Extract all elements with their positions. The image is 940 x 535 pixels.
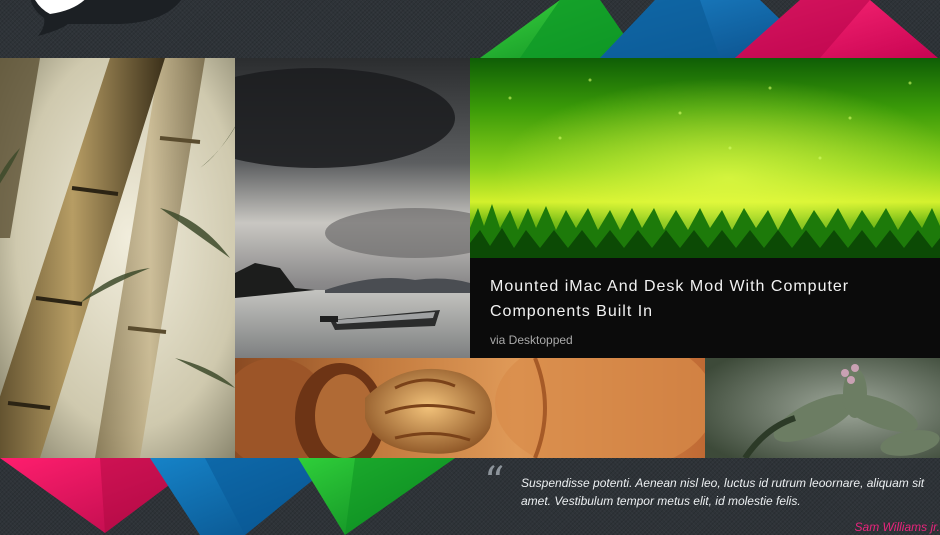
- storm-photo-tile[interactable]: [235, 58, 470, 358]
- featured-source: via Desktopped: [490, 333, 573, 347]
- bamboo-photo-tile[interactable]: [0, 58, 235, 458]
- grass-photo-tile[interactable]: [470, 58, 940, 258]
- testimonial-text: Suspendisse potenti. Aenean nisl leo, lu…: [521, 476, 925, 508]
- featured-title[interactable]: Mounted iMac And Desk Mod With Computer …: [490, 274, 910, 324]
- featured-caption-panel[interactable]: Mounted iMac And Desk Mod With Computer …: [470, 258, 940, 358]
- plant-photo-icon: [705, 358, 940, 458]
- testimonial-author[interactable]: Sam Williams jr.: [855, 520, 940, 534]
- bamboo-photo-icon: [0, 58, 235, 458]
- walnut-photo-tile[interactable]: [235, 358, 705, 458]
- storm-photo-icon: [235, 58, 470, 358]
- logo-speech-bubble-icon[interactable]: [20, 0, 190, 38]
- walnut-photo-icon: [235, 358, 705, 458]
- grass-photo-icon: [470, 58, 940, 258]
- quote-icon: “: [484, 459, 505, 505]
- plant-photo-tile[interactable]: [705, 358, 940, 458]
